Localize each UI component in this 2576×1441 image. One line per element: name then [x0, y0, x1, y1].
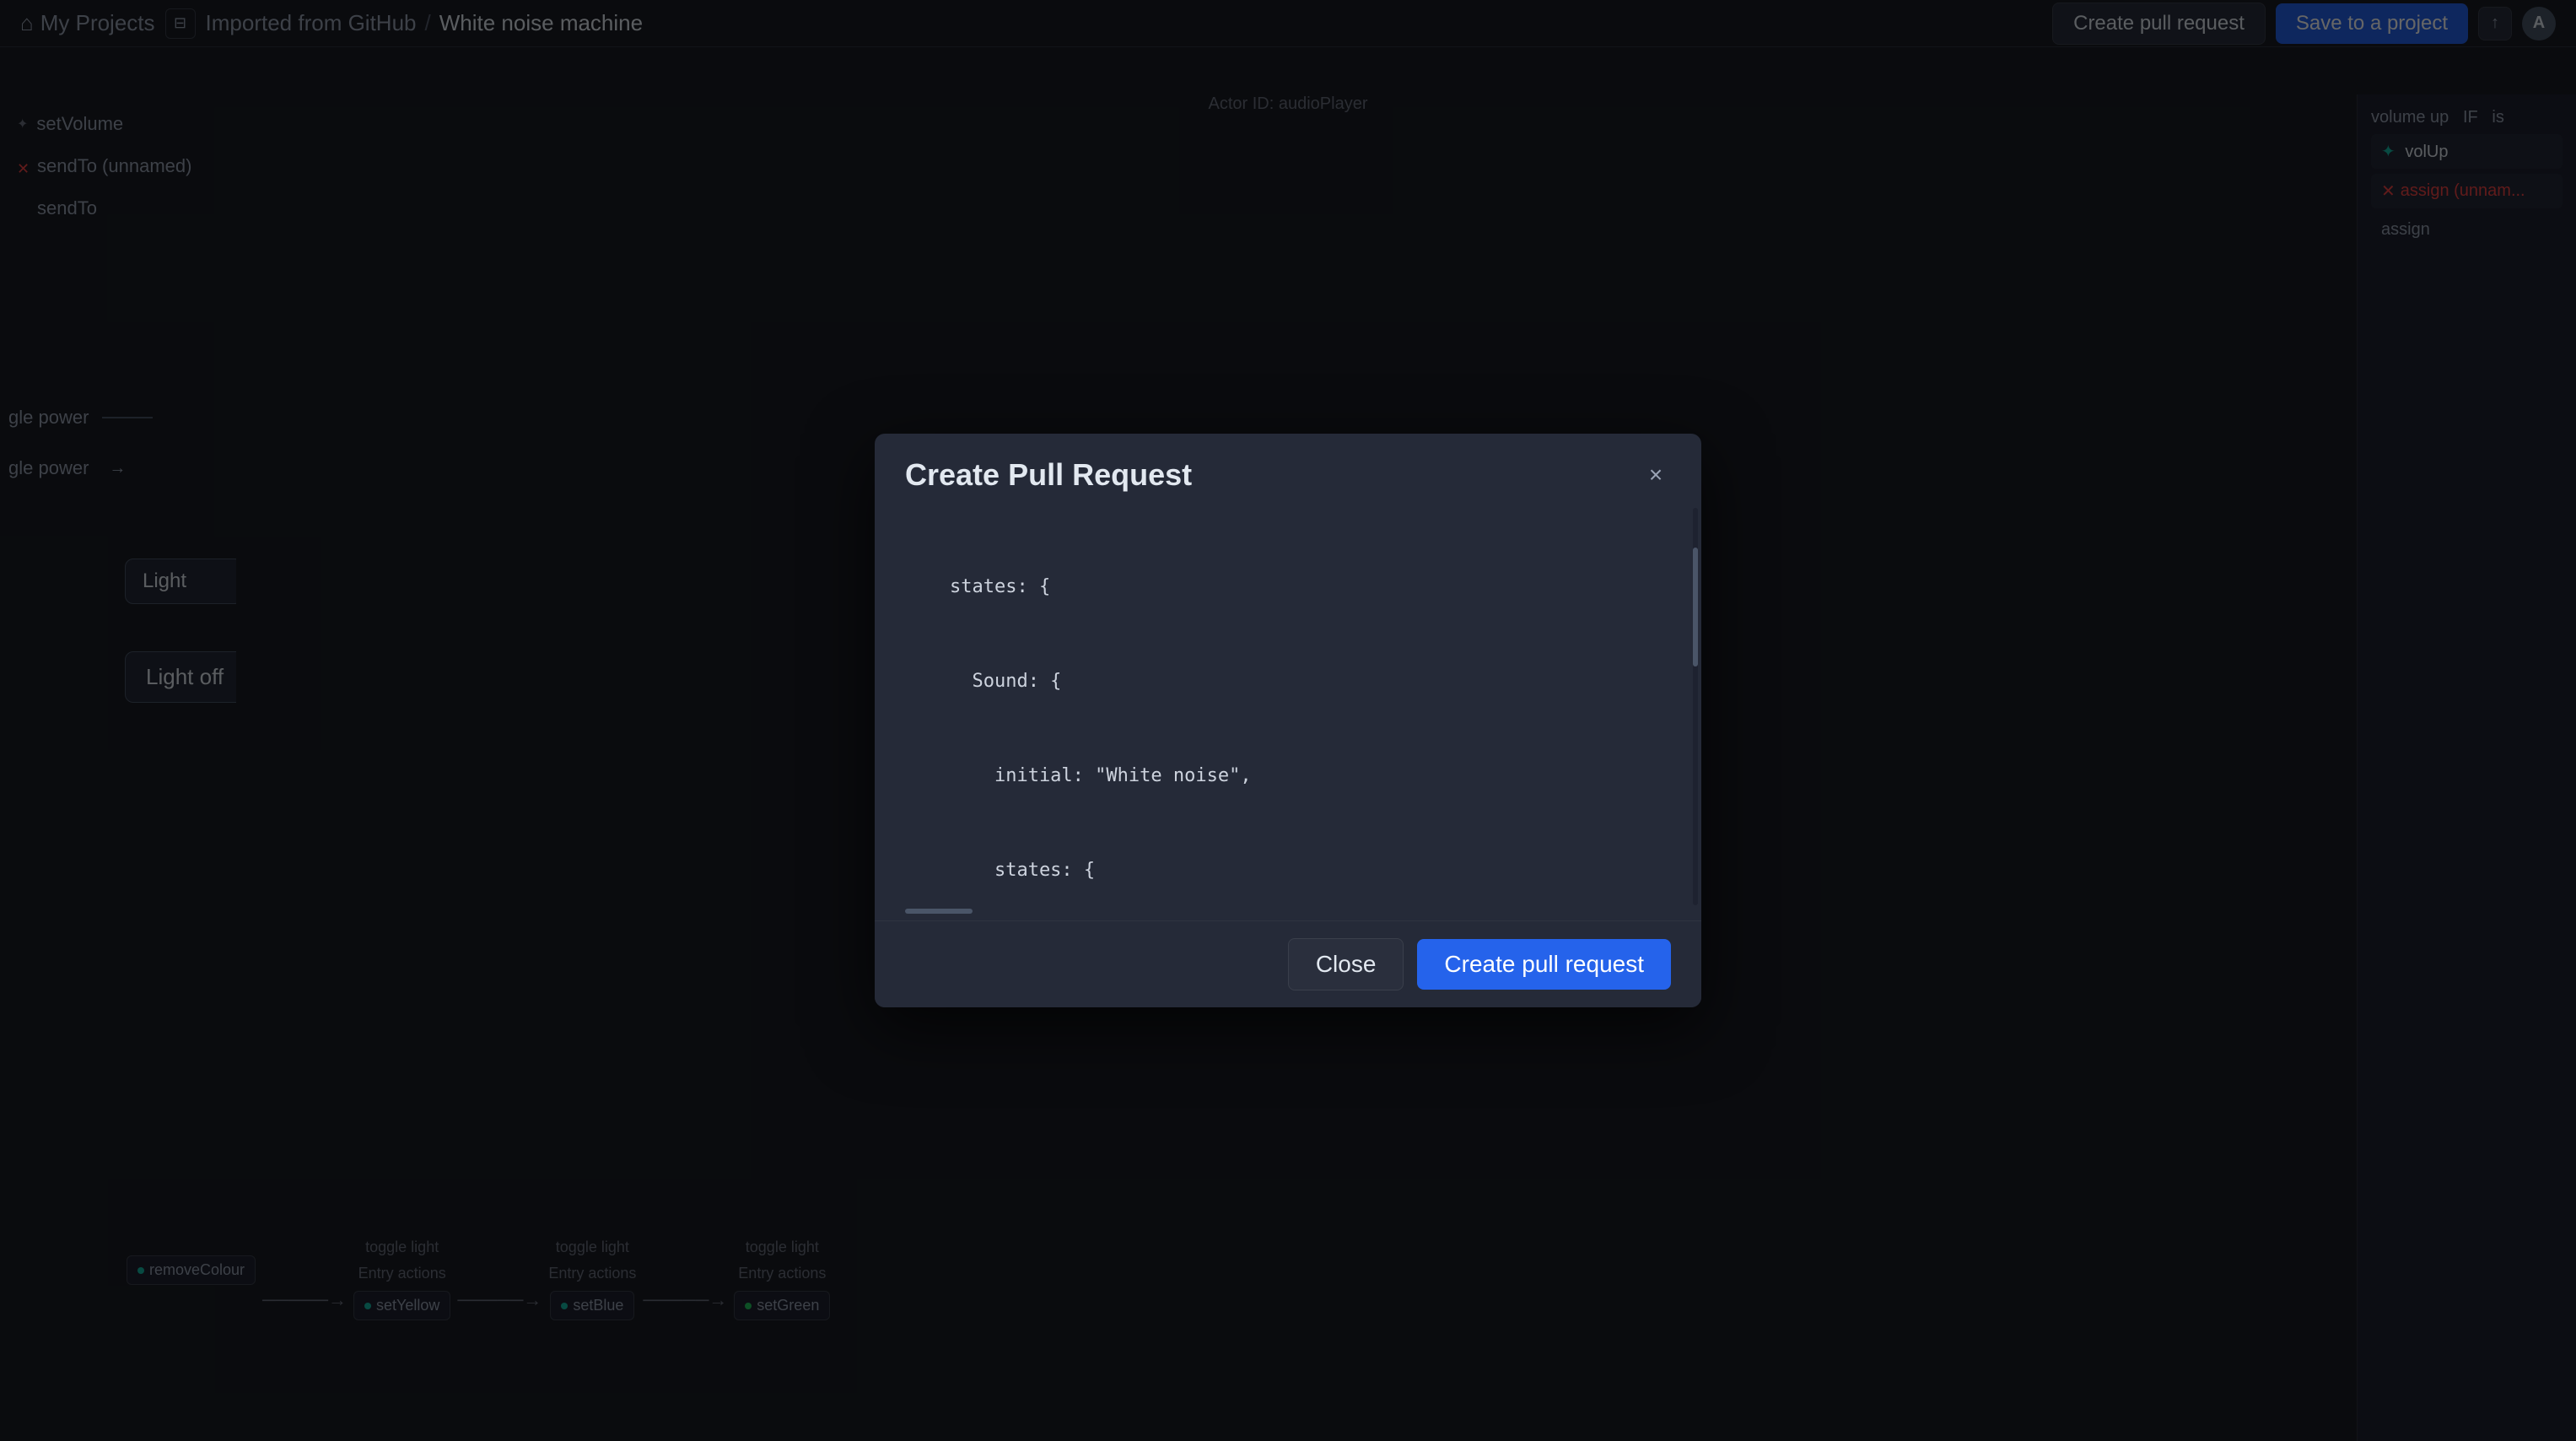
- create-pr-modal: Create Pull Request × states: { Sound: {…: [875, 434, 1701, 1007]
- scroll-bar-horizontal[interactable]: [905, 909, 973, 914]
- code-line-1: states: {: [905, 571, 1671, 602]
- modal-overlay: Create Pull Request × states: { Sound: {…: [0, 0, 2576, 1441]
- close-x-icon: ×: [1649, 461, 1663, 488]
- modal-footer: Close Create pull request: [875, 920, 1701, 1007]
- modal-close-button[interactable]: ×: [1641, 460, 1671, 490]
- modal-title: Create Pull Request: [905, 457, 1192, 493]
- code-line-3: initial: "White noise",: [905, 760, 1671, 791]
- modal-content[interactable]: states: { Sound: { initial: "White noise…: [875, 508, 1701, 905]
- modal-create-pr-btn[interactable]: Create pull request: [1417, 939, 1671, 990]
- scroll-indicator: [875, 905, 1701, 920]
- scrollbar-track: [1693, 508, 1698, 905]
- modal-header: Create Pull Request ×: [875, 434, 1701, 508]
- modal-close-btn[interactable]: Close: [1288, 938, 1404, 990]
- code-line-4: states: {: [905, 855, 1671, 886]
- scrollbar-thumb[interactable]: [1693, 548, 1698, 667]
- code-block: states: { Sound: { initial: "White noise…: [905, 508, 1671, 905]
- code-line-2: Sound: {: [905, 666, 1671, 697]
